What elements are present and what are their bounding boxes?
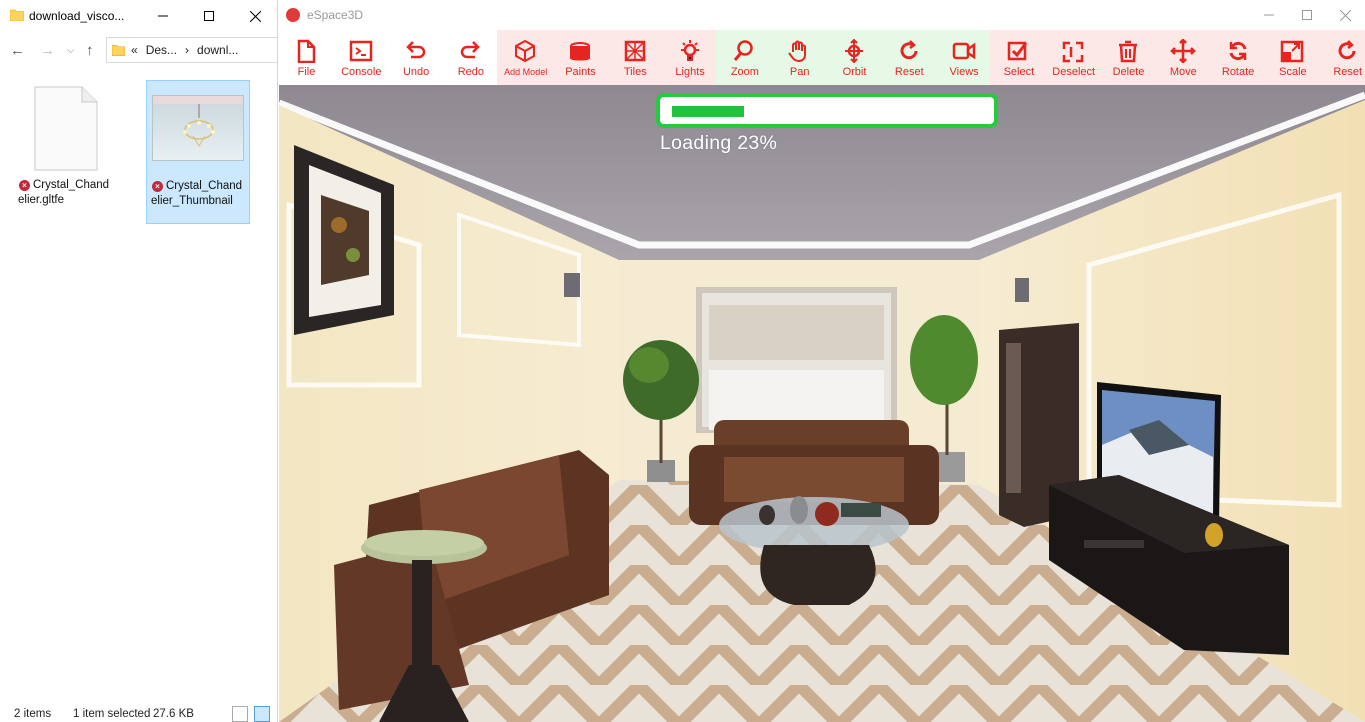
living-room-scene	[279, 85, 1365, 722]
file-explorer-window: download_visco... ← → ⌵ ↑ « Des... › downl.…	[0, 0, 278, 722]
reset-icon	[1338, 40, 1356, 60]
cube-icon	[515, 39, 536, 63]
loading-progress-fill	[672, 106, 744, 117]
tool-rotate-button[interactable]: Rotate	[1211, 30, 1266, 85]
tiles-icon	[624, 40, 646, 62]
select-icon	[1008, 41, 1028, 61]
tool-paints-button[interactable]: Paints	[553, 30, 608, 85]
chandelier-thumbnail-icon	[153, 96, 243, 147]
breadcrumb-overflow[interactable]: «	[131, 43, 138, 57]
tool-undo-button[interactable]: Undo	[389, 30, 444, 85]
document-icon	[34, 86, 98, 171]
minimize-icon	[158, 15, 168, 17]
selection-count: 1 item selected	[73, 708, 151, 720]
paint-bucket-icon	[570, 42, 590, 61]
tool-pan-button[interactable]: Pan	[772, 30, 827, 85]
explorer-titlebar: download_visco...	[0, 0, 278, 32]
file-name: Crystal_Chandelier_Thumbnail	[151, 180, 243, 207]
maximize-icon	[1302, 10, 1312, 20]
loading-status-text: Loading 23%	[660, 132, 778, 154]
folder-icon	[112, 45, 125, 56]
tool-move-button[interactable]: Move	[1156, 30, 1211, 85]
trash-icon	[1119, 40, 1137, 63]
tool-scale-button[interactable]: Scale	[1265, 30, 1320, 85]
tool-file-button[interactable]: File	[279, 30, 334, 85]
close-button[interactable]	[1322, 0, 1365, 31]
scale-icon	[1281, 40, 1304, 63]
address-bar[interactable]: « Des... › downl...	[106, 37, 278, 63]
back-arrow-icon[interactable]: ←	[10, 42, 25, 59]
tool-console-button[interactable]: Console	[334, 30, 389, 85]
breadcrumb-item[interactable]: downl...	[197, 43, 238, 57]
orbit-icon	[845, 39, 863, 63]
main-toolbar: File Console Undo Redo Add Model Paints Tiles L…	[279, 30, 1365, 85]
zoom-icon	[734, 40, 754, 61]
tool-views-button[interactable]: Views	[937, 30, 992, 85]
breadcrumb: « Des... › downl...	[131, 43, 246, 57]
recent-locations-chevron-icon[interactable]: ⌵	[67, 45, 75, 56]
loading-progress-bar	[656, 93, 998, 128]
file-icon	[297, 39, 316, 63]
file-item[interactable]: × Crystal_Chandelier.gltfe	[14, 80, 118, 224]
close-button[interactable]	[232, 0, 278, 32]
deselect-icon	[1062, 41, 1084, 63]
tool-select-button[interactable]: Select	[991, 30, 1046, 85]
file-name: Crystal_Chandelier.gltfe	[18, 179, 110, 206]
undo-icon	[405, 41, 425, 59]
camera-icon	[952, 42, 975, 60]
close-icon	[1339, 9, 1351, 21]
tool-lights-button[interactable]: Lights	[663, 30, 718, 85]
up-arrow-icon[interactable]: ↑	[86, 42, 94, 59]
file-item-selected[interactable]: × Crystal_Chandelier_Thumbnail	[146, 80, 250, 224]
tool-delete-button[interactable]: Delete	[1101, 30, 1156, 85]
tool-deselect-button[interactable]: Deselect	[1046, 30, 1101, 85]
tool-reset-button[interactable]: Reset	[882, 30, 937, 85]
forward-arrow-icon[interactable]: →	[40, 42, 55, 59]
close-icon	[249, 10, 261, 22]
thumbnail-image	[152, 95, 244, 161]
tool-orbit-button[interactable]: Orbit	[827, 30, 882, 85]
details-view-icon[interactable]	[232, 706, 248, 722]
redo-icon	[461, 41, 481, 59]
maximize-button[interactable]	[186, 0, 232, 32]
tool-redo-button[interactable]: Redo	[443, 30, 498, 85]
tool-zoom-button[interactable]: Zoom	[717, 30, 772, 85]
tool-label: Reset	[1333, 66, 1363, 78]
espace3d-window: eSpace3D File Console Undo Redo Add Model Pai…	[279, 0, 1365, 722]
app-titlebar: eSpace3D	[279, 0, 1365, 30]
rotate-icon	[1229, 41, 1247, 61]
bulb-icon	[680, 40, 699, 61]
breadcrumb-item[interactable]: Des...	[146, 43, 177, 57]
item-count: 2 items	[14, 708, 52, 720]
status-bar: 2 items 1 item selected 27.6 KB	[0, 704, 278, 722]
selection-size: 27.6 KB	[153, 708, 194, 720]
large-icons-view-icon[interactable]	[254, 706, 270, 722]
app-title: eSpace3D	[307, 8, 364, 22]
reset-icon	[900, 40, 918, 60]
explorer-title: download_visco...	[29, 9, 125, 23]
3d-viewport[interactable]: Loading 23%	[279, 85, 1365, 722]
espace3d-logo-icon	[286, 8, 300, 22]
minimize-button[interactable]	[140, 0, 186, 32]
maximize-icon	[204, 11, 214, 21]
breadcrumb-separator-icon: ›	[185, 43, 190, 57]
console-icon	[349, 40, 373, 62]
tool-add-model-button[interactable]: Add Model	[498, 30, 553, 85]
minimize-icon	[1264, 14, 1274, 16]
folder-icon	[10, 9, 24, 21]
tool-tiles-button[interactable]: Tiles	[608, 30, 663, 85]
tool-reset-button[interactable]: Reset	[1320, 30, 1365, 85]
hand-icon	[788, 40, 807, 63]
move-icon	[1170, 39, 1196, 63]
